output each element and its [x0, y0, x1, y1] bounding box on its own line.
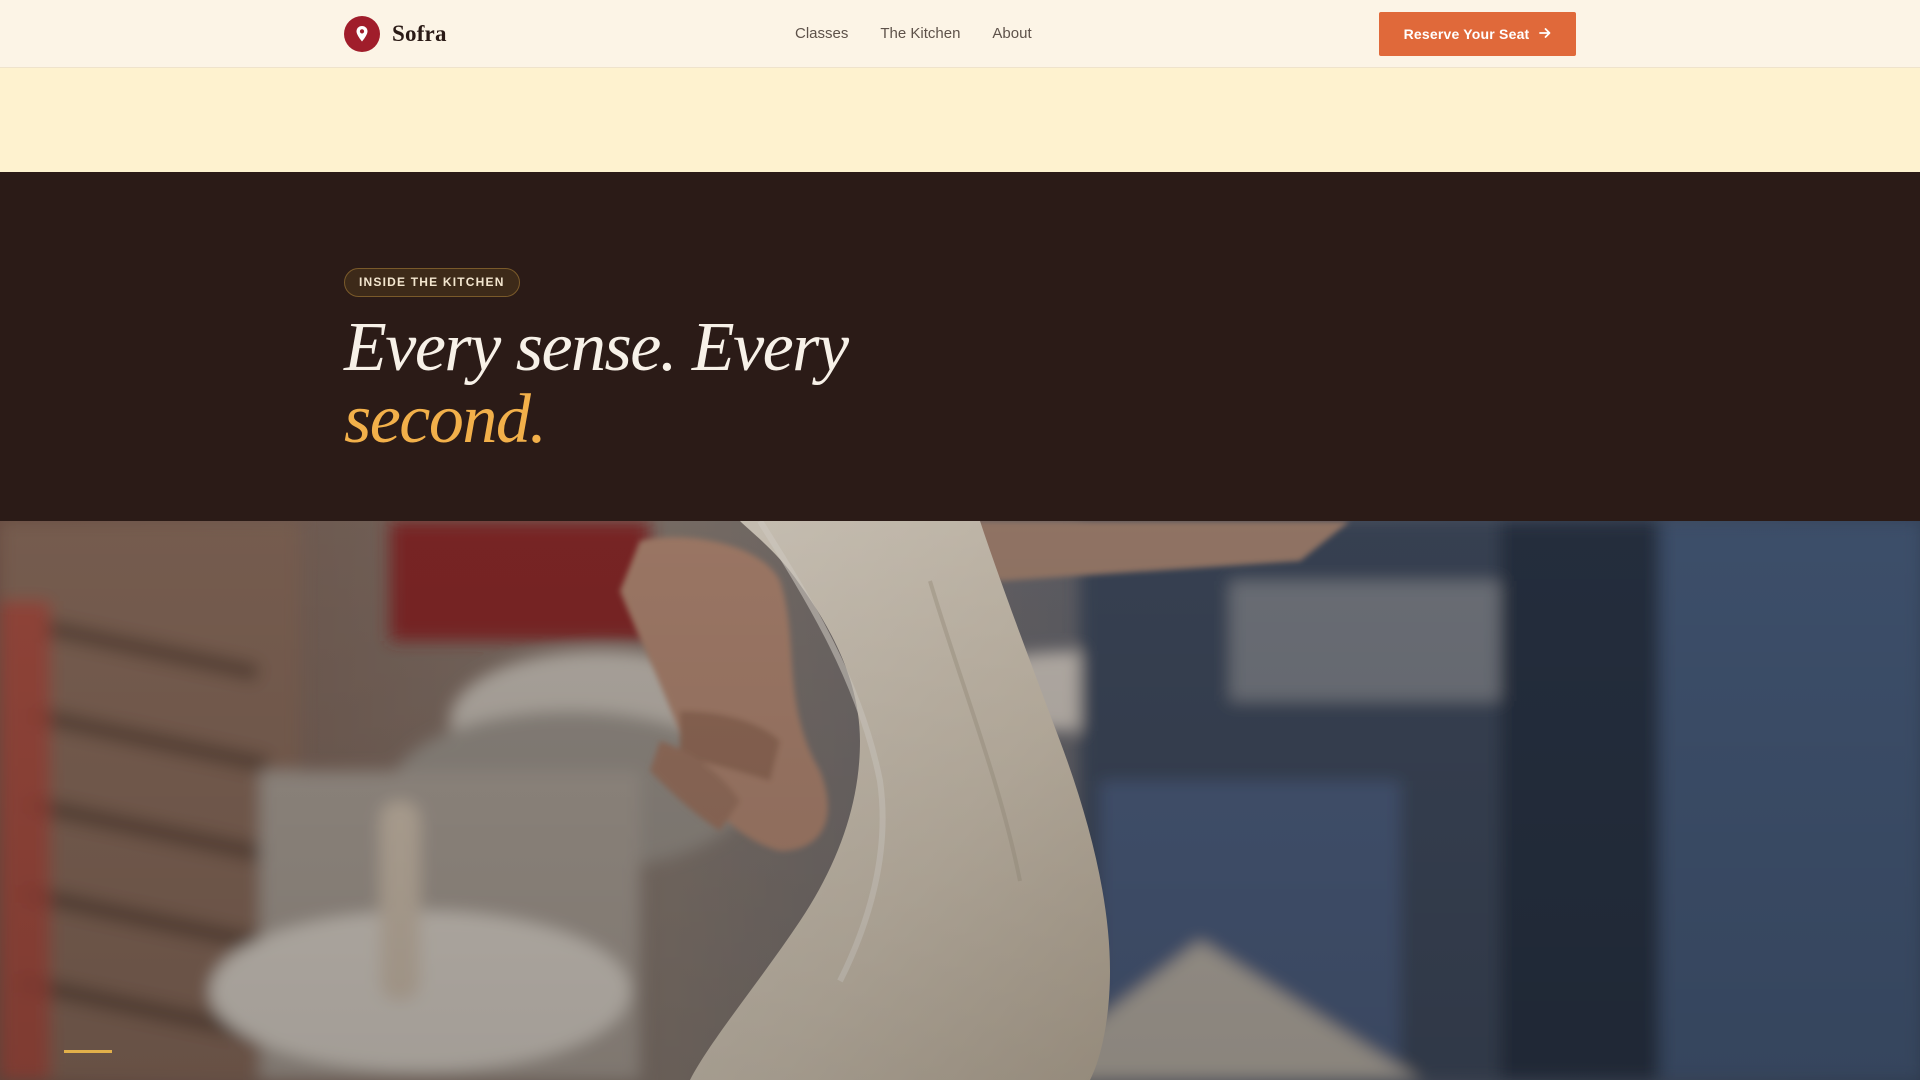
- slide-indicator[interactable]: [64, 1050, 112, 1053]
- map-pin-icon: [344, 16, 380, 52]
- section-headline: Every sense. Every second.: [344, 309, 849, 458]
- main-nav: Classes The Kitchen About: [795, 24, 1032, 44]
- section-eyebrow-badge: INSIDE THE KITCHEN: [344, 268, 520, 297]
- nav-link-the-kitchen[interactable]: The Kitchen: [880, 24, 960, 44]
- reserve-seat-button[interactable]: Reserve Your Seat: [1379, 12, 1576, 56]
- headline-accent: second.: [344, 381, 547, 458]
- nav-link-classes[interactable]: Classes: [795, 24, 848, 44]
- arrow-right-icon: [1539, 26, 1551, 42]
- kitchen-intro-section: INSIDE THE KITCHEN Every sense. Every se…: [0, 172, 1920, 521]
- brand-logo[interactable]: Sofra: [344, 16, 447, 52]
- site-header: Sofra Classes The Kitchen About Reserve …: [0, 0, 1920, 68]
- cream-band: [0, 68, 1920, 172]
- brand-name: Sofra: [392, 21, 447, 46]
- cook-stretching-dough-photo: [0, 521, 1920, 1080]
- headline-line-1: Every sense. Every: [344, 309, 849, 386]
- reserve-seat-label: Reserve Your Seat: [1403, 26, 1530, 42]
- nav-link-about[interactable]: About: [992, 24, 1031, 44]
